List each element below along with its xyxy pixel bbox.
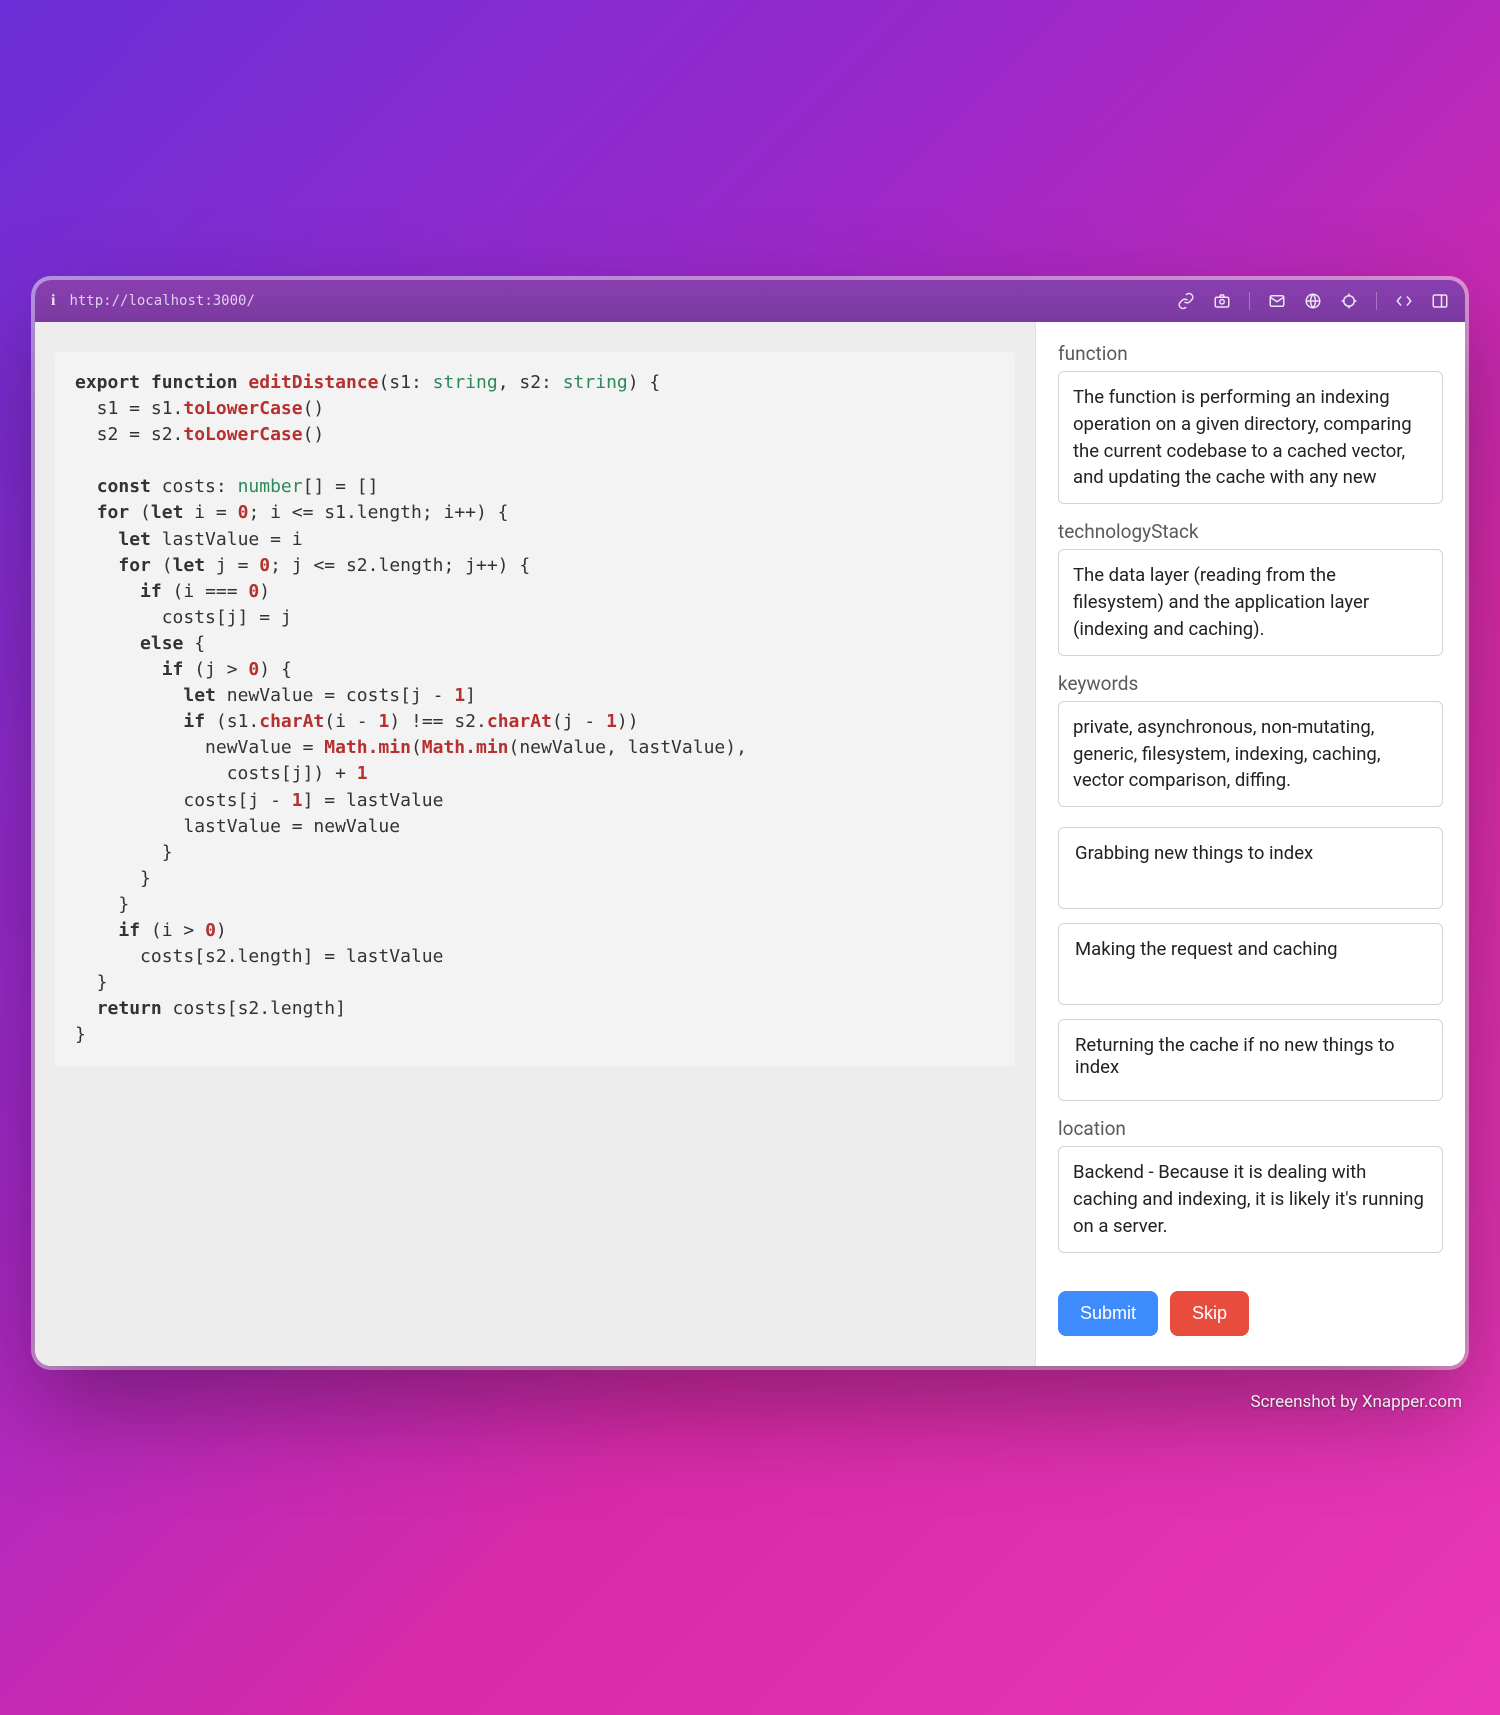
input-keywords[interactable]: private, asynchronous, non-mutating, gen… [1058, 701, 1443, 807]
field-keywords: keywords private, asynchronous, non-muta… [1058, 672, 1443, 807]
globe-icon[interactable] [1304, 292, 1322, 310]
separator [1249, 292, 1250, 310]
code-block[interactable]: export function editDistance(s1: string,… [55, 352, 1015, 1066]
panel-icon[interactable] [1431, 292, 1449, 310]
content-area: export function editDistance(s1: string,… [35, 322, 1465, 1366]
separator [1376, 292, 1377, 310]
label-technology-stack: technologyStack [1058, 520, 1443, 543]
info-icon[interactable]: i [51, 292, 55, 310]
devtools-icon[interactable] [1395, 292, 1413, 310]
submit-button[interactable]: Submit [1058, 1291, 1158, 1336]
input-location[interactable]: Backend - Because it is dealing with cac… [1058, 1146, 1443, 1252]
watermark: Screenshot by Xnapper.com [1251, 1392, 1462, 1412]
field-location: location Backend - Because it is dealing… [1058, 1117, 1443, 1252]
form-pane: function The function is performing an i… [1035, 322, 1465, 1366]
url-display[interactable]: http://localhost:3000/ [69, 293, 1163, 309]
note-item[interactable]: Grabbing new things to index [1058, 827, 1443, 909]
button-row: Submit Skip [1058, 1291, 1443, 1336]
field-function: function The function is performing an i… [1058, 342, 1443, 504]
label-function: function [1058, 342, 1443, 365]
camera-icon[interactable] [1213, 292, 1231, 310]
label-location: location [1058, 1117, 1443, 1140]
browser-window: i http://localhost:3000/ export function… [35, 280, 1465, 1366]
input-technology-stack[interactable]: The data layer (reading from the filesys… [1058, 549, 1443, 655]
field-technology-stack: technologyStack The data layer (reading … [1058, 520, 1443, 655]
notes-list: Grabbing new things to index Making the … [1058, 827, 1443, 1101]
skip-button[interactable]: Skip [1170, 1291, 1249, 1336]
note-item[interactable]: Returning the cache if no new things to … [1058, 1019, 1443, 1101]
browser-title-bar: i http://localhost:3000/ [35, 280, 1465, 322]
label-keywords: keywords [1058, 672, 1443, 695]
input-function[interactable]: The function is performing an indexing o… [1058, 371, 1443, 504]
toolbar-icons [1177, 292, 1449, 310]
note-item[interactable]: Making the request and caching [1058, 923, 1443, 1005]
code-pane: export function editDistance(s1: string,… [35, 322, 1035, 1366]
mail-icon[interactable] [1268, 292, 1286, 310]
target-icon[interactable] [1340, 292, 1358, 310]
link-icon[interactable] [1177, 292, 1195, 310]
